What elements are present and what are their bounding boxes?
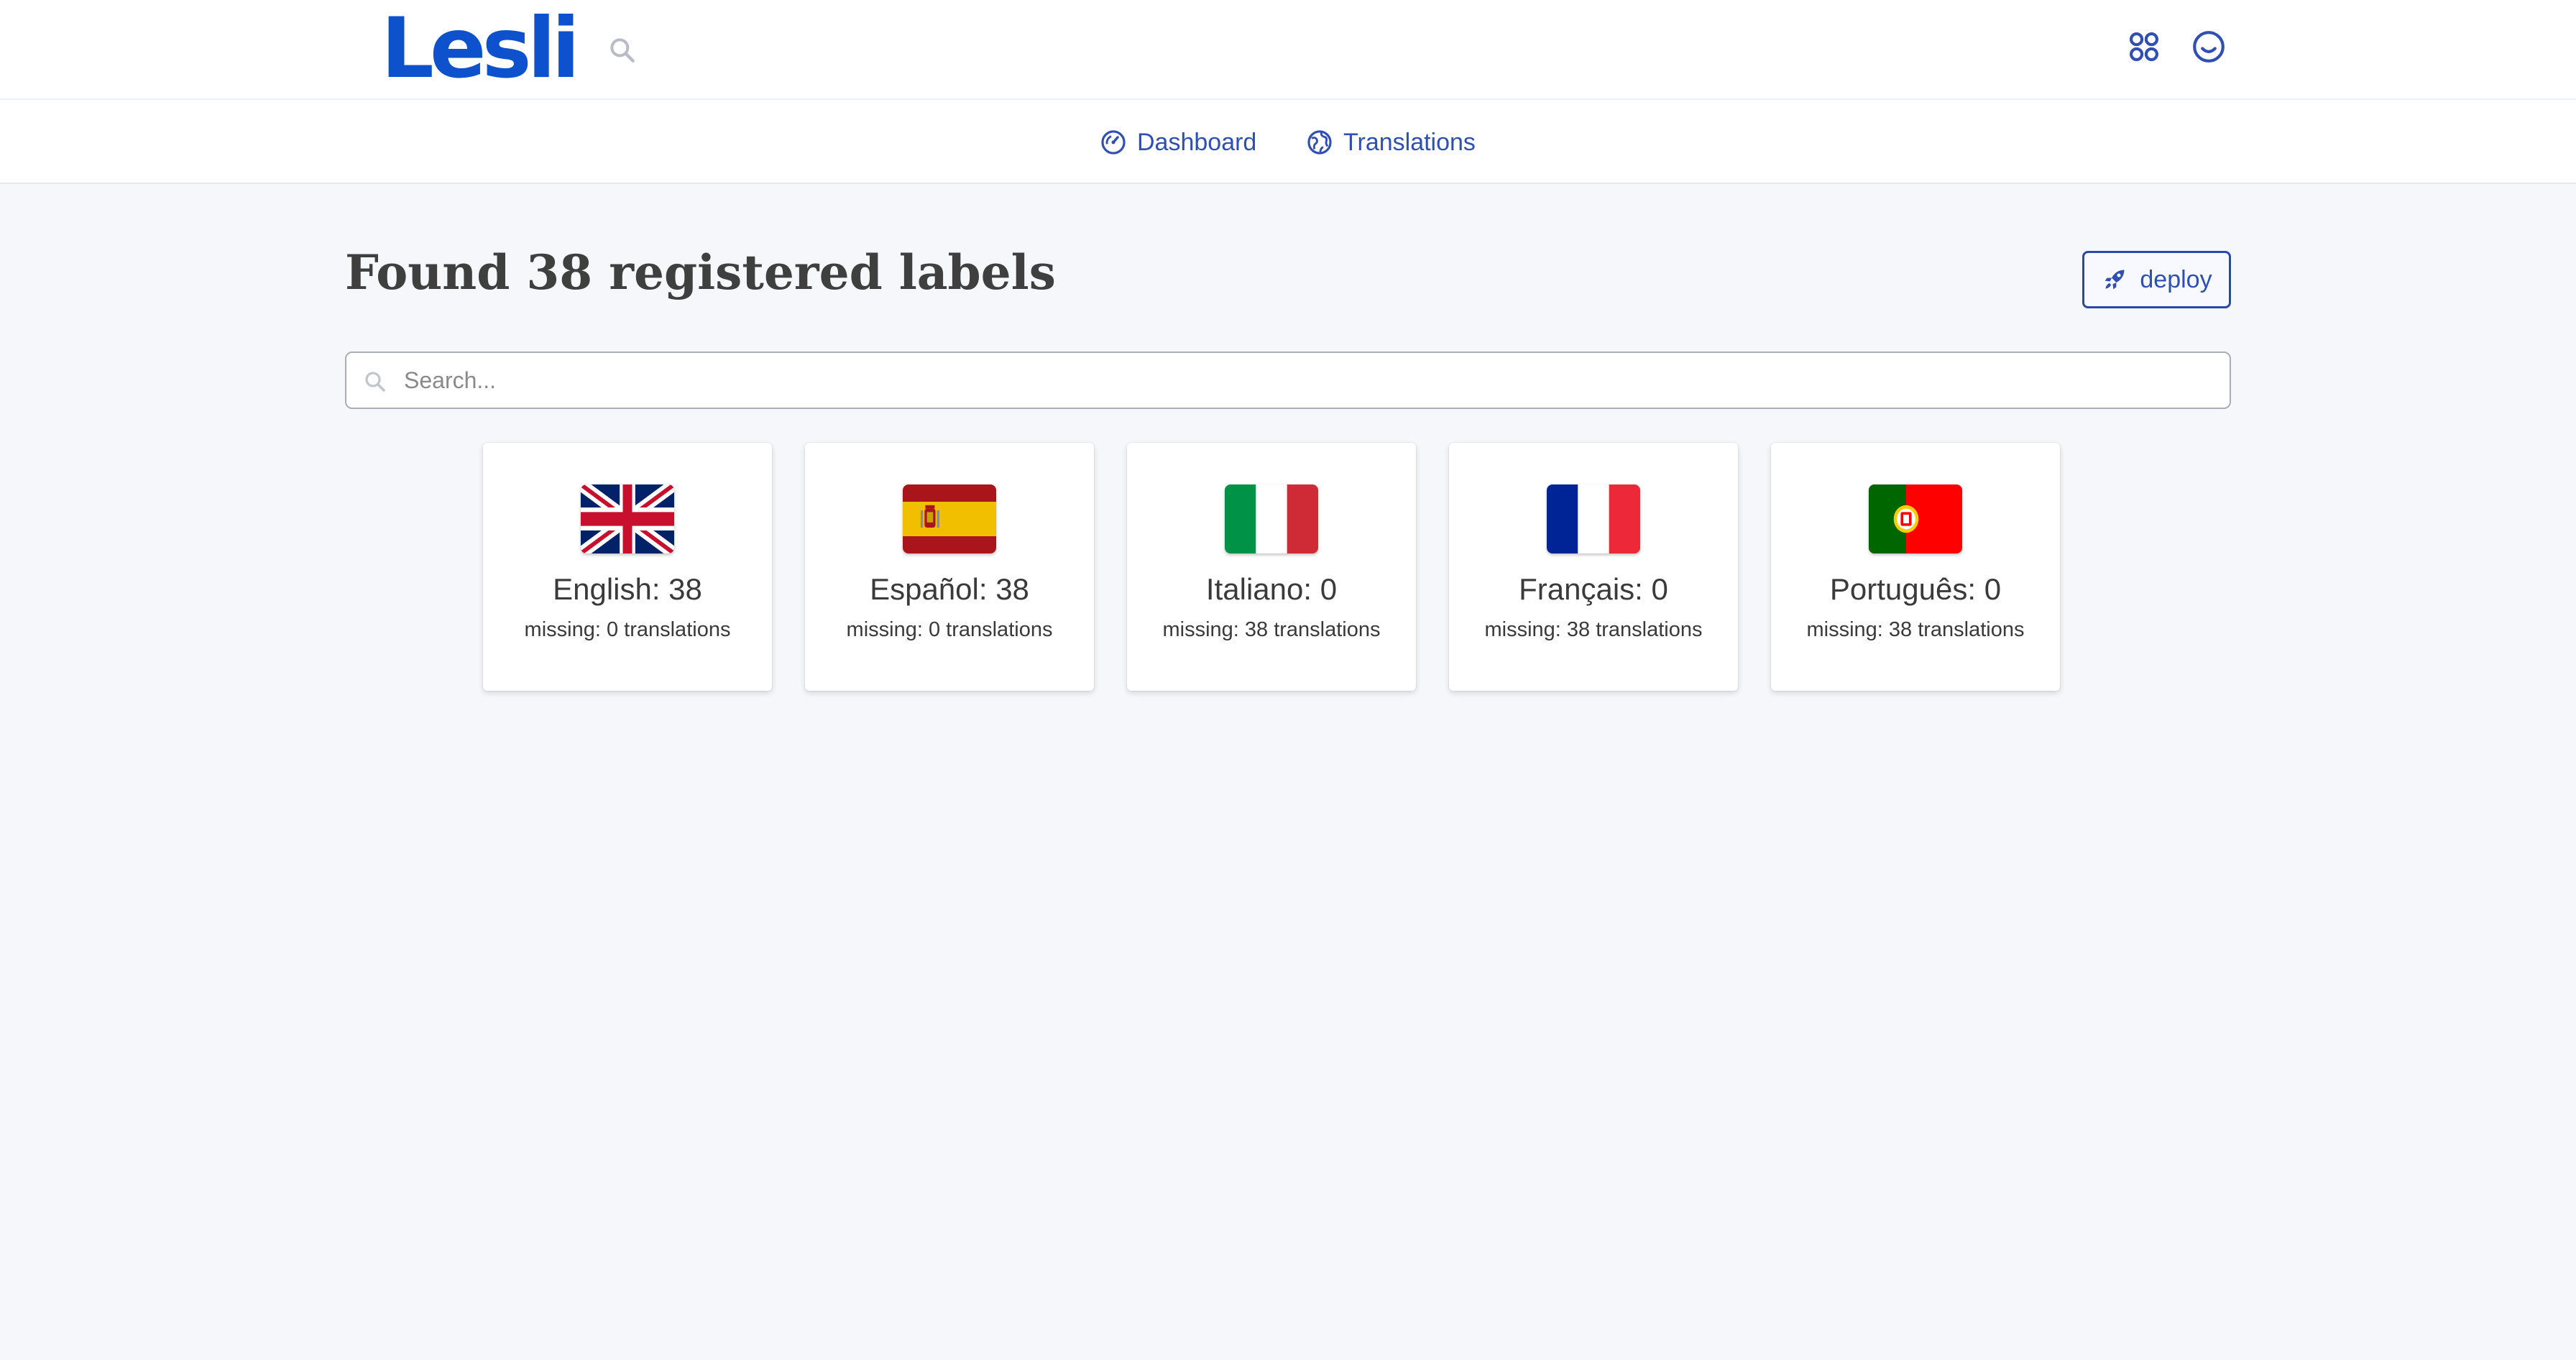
language-name: Italiano: 0 xyxy=(1205,572,1338,606)
missing-count: missing: 0 translations xyxy=(524,618,731,641)
language-card-portuguese[interactable]: Português: 0 missing: 38 translations xyxy=(1771,443,2060,691)
france-flag-icon xyxy=(1547,484,1640,553)
missing-count: missing: 38 translations xyxy=(1484,618,1703,641)
main-nav: Dashboard Translations xyxy=(0,100,2576,184)
language-card-italian[interactable]: Italiano: 0 missing: 38 translations xyxy=(1127,443,1416,691)
language-name: Português: 0 xyxy=(1829,572,2002,606)
search-input[interactable] xyxy=(404,360,2215,400)
rocket-icon xyxy=(2104,270,2125,290)
language-card-french[interactable]: Français: 0 missing: 38 translations xyxy=(1449,443,1738,691)
language-card-spanish[interactable]: Español: 38 missing: 0 translations xyxy=(805,443,1094,691)
page-title: Found 38 registered labels xyxy=(345,244,1056,300)
search-icon[interactable] xyxy=(607,35,638,66)
smiley-icon[interactable] xyxy=(2191,29,2227,65)
globe-icon xyxy=(1307,130,1332,155)
language-name: Español: 38 xyxy=(870,572,1029,606)
nav-dashboard[interactable]: Dashboard xyxy=(1100,126,1256,159)
language-name: Français: 0 xyxy=(1519,572,1668,606)
italy-flag-icon xyxy=(1225,484,1318,553)
missing-count: missing: 38 translations xyxy=(1162,618,1381,641)
search-icon xyxy=(365,372,385,392)
spain-flag-icon xyxy=(903,484,996,553)
nav-dashboard-label: Dashboard xyxy=(1137,128,1257,156)
gauge-icon xyxy=(1101,130,1126,155)
portugal-flag-icon xyxy=(1869,484,1962,553)
language-card-english[interactable]: English: 38 missing: 0 translations xyxy=(483,443,772,691)
nav-translations-label: Translations xyxy=(1343,128,1476,156)
deploy-label: deploy xyxy=(2140,265,2212,293)
uk-flag-icon xyxy=(581,484,674,553)
labels-search xyxy=(345,352,2231,409)
missing-count: missing: 38 translations xyxy=(1806,618,2025,641)
top-header: Lesli xyxy=(0,0,2576,100)
deploy-button[interactable]: deploy xyxy=(2082,251,2231,308)
brand-logo[interactable]: Lesli xyxy=(381,4,580,93)
missing-count: missing: 0 translations xyxy=(846,618,1053,641)
language-name: English: 38 xyxy=(553,572,702,606)
apps-grid-icon[interactable] xyxy=(2126,29,2162,65)
nav-translations[interactable]: Translations xyxy=(1306,126,1476,159)
